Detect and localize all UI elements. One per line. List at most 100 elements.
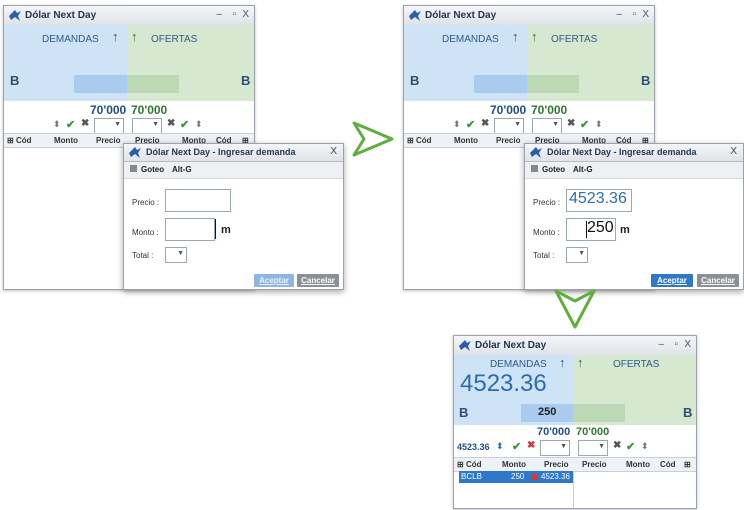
dialog-close-button[interactable]: X: [730, 146, 737, 157]
monto-input[interactable]: 250: [566, 218, 616, 241]
check-icon[interactable]: ✔: [580, 118, 589, 131]
goteo-bar[interactable]: Goteo Alt-G: [525, 162, 743, 179]
goteo-toggle-icon[interactable]: [531, 165, 538, 172]
grid-icon[interactable]: ⊞: [457, 460, 464, 469]
col-monto[interactable]: Monto: [54, 136, 78, 145]
row-monto: 250: [511, 472, 525, 481]
arrow-up-icon: ↑: [577, 355, 584, 370]
dialog-title-bar[interactable]: Dólar Next Day - Ingresar demanda X: [525, 144, 743, 162]
left-select[interactable]: ▼: [94, 118, 124, 134]
demandas-panel[interactable]: DEMANDAS ↑ B: [404, 25, 527, 101]
close-button[interactable]: X: [242, 9, 249, 20]
grid-icon[interactable]: ⊞: [407, 136, 414, 145]
cancel-button[interactable]: Cancelar: [297, 274, 339, 287]
app-logo-icon: [409, 10, 421, 21]
ofertas-label: OFERTAS: [613, 359, 660, 370]
col-precio[interactable]: Precio: [544, 460, 568, 469]
goteo-shortcut: Alt-G: [172, 165, 192, 174]
demandas-label: DEMANDAS: [490, 359, 547, 370]
close-button[interactable]: X: [642, 9, 649, 20]
col-precio[interactable]: Precio: [582, 460, 606, 469]
right-select[interactable]: ▼: [578, 440, 608, 456]
right-select[interactable]: ▼: [132, 118, 162, 134]
precio-input[interactable]: [165, 189, 231, 212]
col-cod[interactable]: Cód: [416, 136, 432, 145]
arrow-up-icon: ↑: [112, 29, 119, 44]
ofertas-panel[interactable]: ↑ OFERTAS B: [573, 355, 696, 425]
grid-icon[interactable]: ⊞: [7, 136, 14, 145]
input-cursor: [215, 219, 216, 239]
close-button[interactable]: X: [684, 339, 691, 350]
left-select[interactable]: ▼: [494, 118, 524, 134]
accept-button[interactable]: Aceptar: [254, 274, 294, 287]
ofertas-panel[interactable]: ↑ OFERTAS B: [127, 25, 254, 101]
right-select[interactable]: ▼: [532, 118, 562, 134]
col-precio[interactable]: Precio: [496, 136, 520, 145]
goteo-toggle-icon[interactable]: [130, 165, 137, 172]
window-title: Dólar Next Day: [25, 10, 97, 21]
maximize-button[interactable]: ▫: [632, 9, 636, 20]
window-title: Dólar Next Day: [425, 10, 497, 21]
total-select[interactable]: ▼: [566, 247, 588, 263]
title-bar[interactable]: Dólar Next Day – ▫ X: [4, 6, 254, 26]
cancel-x-icon[interactable]: ✖: [167, 118, 175, 129]
accept-button[interactable]: Aceptar: [651, 274, 693, 287]
minimize-button[interactable]: –: [216, 9, 222, 20]
demandas-panel[interactable]: DEMANDAS ↑ B: [4, 25, 127, 101]
check-icon[interactable]: ✔: [512, 440, 521, 453]
check-icon[interactable]: ✔: [180, 118, 189, 131]
title-bar[interactable]: Dólar Next Day – ▫ X: [404, 6, 654, 26]
col-monto[interactable]: Monto: [454, 136, 478, 145]
cancel-x-icon[interactable]: ✖: [567, 118, 575, 129]
col-monto[interactable]: Monto: [626, 460, 650, 469]
grid-icon[interactable]: ⊞: [684, 460, 691, 469]
cancel-x-icon[interactable]: ✖: [481, 118, 489, 129]
spin-arrows-icon[interactable]: ⬍: [595, 119, 603, 130]
offer-bar: [573, 404, 625, 422]
check-icon[interactable]: ✔: [626, 440, 635, 453]
demandas-panel[interactable]: DEMANDAS ↑ 4523.36 B 250: [454, 355, 573, 425]
unit-label: m: [221, 224, 231, 236]
col-cod[interactable]: Cód: [466, 460, 482, 469]
column-divider: [573, 471, 574, 508]
demandas-label: DEMANDAS: [42, 34, 99, 45]
title-bar[interactable]: Dólar Next Day – ▫ X: [454, 336, 696, 356]
total-select[interactable]: ▼: [165, 247, 187, 263]
col-cod[interactable]: Cód: [660, 460, 676, 469]
ofertas-panel[interactable]: ↑ OFERTAS B: [527, 25, 654, 101]
maximize-button[interactable]: ▫: [674, 339, 678, 350]
col-cod[interactable]: Cód: [16, 136, 32, 145]
cancel-x-icon[interactable]: ✖: [81, 118, 89, 129]
spin-arrows-icon[interactable]: ⬍: [195, 119, 203, 130]
minimize-button[interactable]: –: [658, 339, 664, 350]
order-controls: ⬍ ✔ ✖ ▼ ▼ ✖ ✔ ⬍: [4, 118, 254, 134]
minimize-button[interactable]: –: [616, 9, 622, 20]
cancel-x-icon[interactable]: ✖: [527, 440, 535, 451]
app-logo-icon: [9, 10, 21, 21]
left-select[interactable]: ▼: [540, 440, 570, 456]
dialog-close-button[interactable]: X: [330, 146, 337, 157]
precio-input[interactable]: 4523.36: [566, 189, 632, 212]
monto-input[interactable]: [165, 218, 215, 241]
bid-quantity: 70'000: [490, 103, 527, 117]
table-row[interactable]: BCLB 250 4523.36: [459, 471, 573, 483]
dialog-title-bar[interactable]: Dólar Next Day - Ingresar demanda X: [124, 144, 343, 162]
spin-arrows-icon[interactable]: ⬍: [453, 119, 461, 130]
spin-arrows-icon[interactable]: ⬍: [496, 441, 504, 452]
maximize-button[interactable]: ▫: [232, 9, 236, 20]
ingresar-demanda-dialog: Dólar Next Day - Ingresar demanda X Gote…: [123, 143, 344, 290]
spin-arrows-icon[interactable]: ⬍: [53, 119, 61, 130]
col-precio[interactable]: Precio: [96, 136, 120, 145]
goteo-bar[interactable]: Goteo Alt-G: [124, 162, 343, 179]
check-icon[interactable]: ✔: [66, 118, 75, 131]
cancel-x-icon[interactable]: ✖: [613, 440, 621, 451]
check-icon[interactable]: ✔: [466, 118, 475, 131]
main-window-step3: Dólar Next Day – ▫ X DEMANDAS ↑ 4523.36 …: [453, 335, 697, 509]
offer-bar: [127, 75, 179, 93]
total-label: Total :: [533, 251, 555, 260]
spin-arrows-icon[interactable]: ⬍: [641, 441, 649, 452]
price-control-value[interactable]: 4523.36: [457, 442, 490, 452]
cancel-button[interactable]: Cancelar: [697, 274, 739, 287]
window-title: Dólar Next Day: [475, 340, 547, 351]
col-monto[interactable]: Monto: [502, 460, 526, 469]
